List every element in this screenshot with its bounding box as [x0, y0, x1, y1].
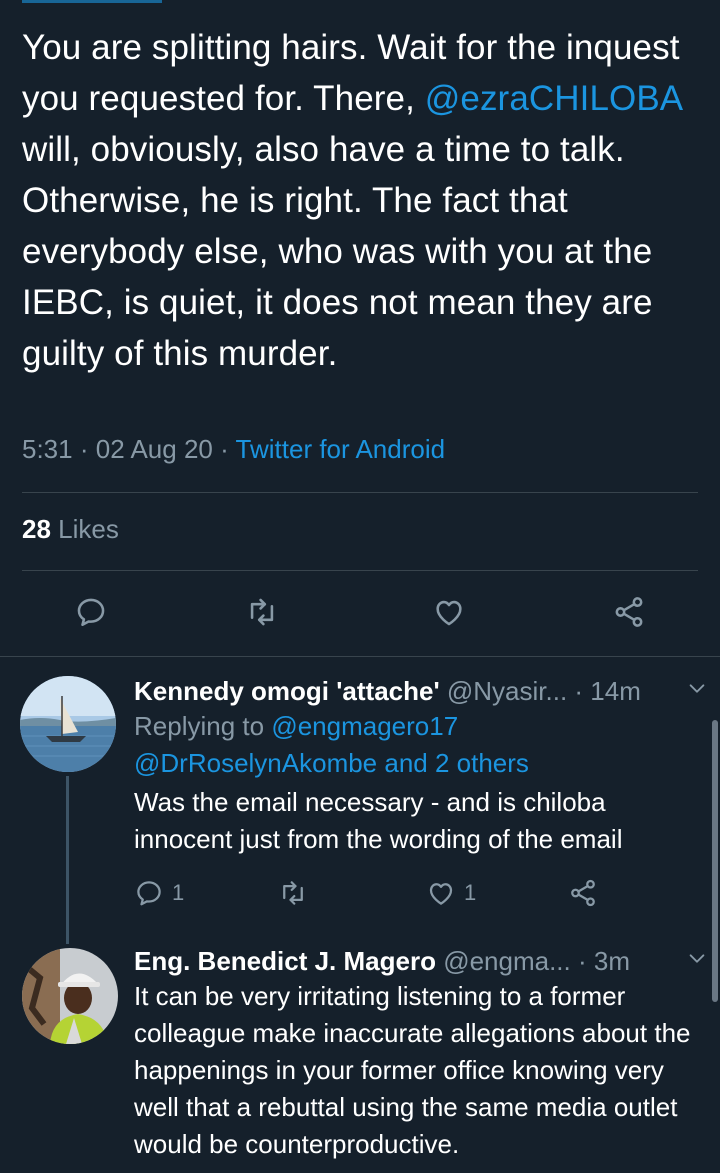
divider	[22, 492, 698, 493]
mention-link[interactable]: @ezraCHILOBA	[425, 79, 682, 118]
like-button[interactable]: 1	[426, 878, 476, 908]
like-icon	[429, 883, 453, 905]
reply-author-handle[interactable]: @engma...	[443, 946, 571, 976]
replying-to-prefix: Replying to	[134, 711, 272, 741]
thread-connector-line	[66, 776, 69, 944]
retweet-button[interactable]	[278, 878, 308, 908]
share-icon	[571, 879, 595, 907]
main-tweet-text: You are splitting hairs. Wait for the in…	[22, 22, 702, 379]
reply-count: 1	[172, 880, 185, 905]
tweet-time: 5:31	[22, 434, 73, 464]
share-button[interactable]	[568, 878, 598, 908]
mention-link[interactable]: @engmagero17	[271, 711, 458, 741]
likes-count-row[interactable]: 28 Likes	[22, 514, 119, 545]
reply-header: Eng. Benedict J. Magero @engma... · 3m	[134, 944, 705, 978]
chevron-down-icon[interactable]	[686, 948, 708, 970]
reply-tweet[interactable]: Eng. Benedict J. Magero @engma... · 3m I…	[134, 944, 705, 1163]
reply-tweet[interactable]: Kennedy omogi 'attache' @Nyasir... · 14m…	[134, 674, 705, 858]
chevron-down-icon[interactable]	[686, 678, 708, 700]
mention-link[interactable]: @DrRoselynAkombe and 2 others	[134, 748, 529, 778]
reply-body-text: Was the email necessary - and is chiloba…	[134, 787, 623, 854]
reply-timestamp: · 3m	[577, 946, 630, 976]
tweet-meta: 5:31 · 02 Aug 20 · Twitter for Android	[22, 434, 445, 465]
divider	[0, 656, 720, 657]
meta-separator: ·	[79, 434, 89, 464]
avatar[interactable]	[22, 948, 118, 1044]
reply-icon[interactable]	[74, 595, 108, 629]
reply-author-name[interactable]: Eng. Benedict J. Magero	[134, 946, 436, 976]
reply-timestamp: · 14m	[574, 676, 641, 706]
reply-author-handle[interactable]: @Nyasir...	[447, 676, 567, 706]
likes-label: Likes	[58, 514, 119, 544]
reply-icon	[137, 881, 161, 906]
reply-header: Kennedy omogi 'attache' @Nyasir... · 14m	[134, 674, 705, 708]
boat-sail-lake-avatar-icon	[20, 676, 116, 772]
person-hardhat-avatar-icon	[22, 948, 118, 1044]
divider	[22, 570, 698, 571]
like-count: 1	[464, 880, 477, 905]
replying-to-line: Replying to @engmagero17	[134, 708, 694, 745]
tweet-client-link[interactable]: Twitter for Android	[236, 434, 446, 464]
scrollbar[interactable]	[712, 720, 718, 1002]
reply-actions: 1 1	[134, 878, 614, 912]
tweet-detail-screen: You are splitting hairs. Wait for the in…	[0, 0, 720, 1173]
retweet-icon	[283, 881, 303, 905]
meta-separator: ·	[220, 434, 229, 464]
tweet-date: 02 Aug 20	[95, 434, 213, 464]
reply-body-text: It can be very irritating listening to a…	[134, 981, 691, 1159]
reply-author-name[interactable]: Kennedy omogi 'attache'	[134, 676, 440, 706]
like-icon[interactable]	[432, 595, 466, 629]
tweet-text-part: will, obviously, also have a time to tal…	[22, 130, 653, 373]
avatar[interactable]	[20, 676, 116, 772]
reply-button[interactable]: 1	[134, 878, 184, 908]
likes-count: 28	[22, 514, 51, 544]
share-icon[interactable]	[612, 595, 646, 629]
replying-to-line: @DrRoselynAkombe and 2 others	[134, 745, 694, 782]
retweet-icon[interactable]	[245, 595, 279, 629]
scrolled-header-remnant	[22, 0, 162, 9]
